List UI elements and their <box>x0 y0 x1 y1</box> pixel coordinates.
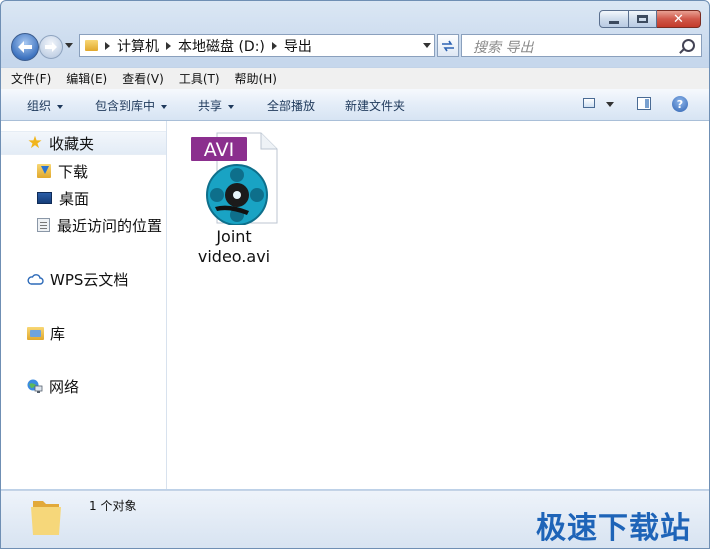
maximize-icon <box>637 15 648 23</box>
include-in-library-button[interactable]: 包含到库中 <box>95 97 168 114</box>
chevron-down-icon <box>228 104 235 109</box>
avi-file-icon: AVI <box>191 132 278 226</box>
sidebar-item-label: 库 <box>50 324 66 343</box>
refresh-icon <box>442 40 454 51</box>
sidebar-item-wps-cloud[interactable]: WPS云文档 <box>1 268 166 290</box>
maximize-button[interactable] <box>629 10 657 28</box>
close-button[interactable]: ✕ <box>657 10 701 28</box>
forward-button[interactable] <box>39 35 63 59</box>
menu-bar: 文件(F) 编辑(E) 查看(V) 工具(T) 帮助(H) <box>1 67 709 89</box>
watermark: 极速下载站 <box>536 511 691 546</box>
breadcrumb-local-disk[interactable]: 本地磁盘 (D:) <box>178 36 265 56</box>
recent-pages-dropdown[interactable] <box>65 43 73 48</box>
sidebar-item-recent-places[interactable]: 最近访问的位置 <box>37 214 162 236</box>
file-name-line: Joint <box>216 227 252 246</box>
back-arrow-icon <box>18 41 32 53</box>
menu-view[interactable]: 查看(V) <box>112 70 169 87</box>
breadcrumb-export[interactable]: 导出 <box>284 36 312 56</box>
file-name: Joint video.avi <box>189 227 279 267</box>
sidebar-item-label: 网络 <box>49 377 80 396</box>
sidebar-item-label: 下载 <box>58 162 89 181</box>
menu-file[interactable]: 文件(F) <box>1 70 56 87</box>
breadcrumb-arrow-icon[interactable] <box>271 41 277 50</box>
breadcrumb-arrow-icon[interactable] <box>105 41 110 50</box>
play-all-button[interactable]: 全部播放 <box>267 97 315 114</box>
search-placeholder: 搜索 导出 <box>473 40 534 56</box>
refresh-button[interactable] <box>437 34 459 57</box>
chevron-down-icon <box>57 104 64 109</box>
share-label: 共享 <box>198 99 223 113</box>
menu-edit[interactable]: 编辑(E) <box>56 70 112 87</box>
file-list[interactable]: AVI Joint video.avi <box>167 121 709 489</box>
minimize-button[interactable] <box>599 10 629 28</box>
item-count: 1 个对象 <box>89 499 137 513</box>
change-view-icon[interactable] <box>583 98 595 108</box>
search-icon[interactable] <box>682 39 695 52</box>
organize-label: 组织 <box>27 99 52 113</box>
folder-icon <box>31 501 61 535</box>
address-bar[interactable]: 计算机 本地磁盘 (D:) 导出 <box>79 34 435 57</box>
sidebar-item-favorites[interactable]: ★ 收藏夹 <box>1 131 166 155</box>
search-input[interactable]: 搜索 导出 <box>461 34 702 57</box>
sidebar-item-libraries[interactable]: 库 <box>1 322 166 344</box>
address-dropdown-icon[interactable] <box>423 43 431 48</box>
library-icon <box>27 326 44 340</box>
organize-button[interactable]: 组织 <box>27 97 64 114</box>
breadcrumb-arrow-icon[interactable] <box>166 41 171 50</box>
sidebar-item-desktop[interactable]: 桌面 <box>37 187 89 209</box>
network-icon <box>27 379 43 393</box>
star-icon: ★ <box>27 133 43 153</box>
sidebar-item-downloads[interactable]: 下载 <box>37 160 88 182</box>
menu-help[interactable]: 帮助(H) <box>225 70 282 87</box>
command-bar: 组织 包含到库中 共享 全部播放 新建文件夹 ? <box>1 89 709 121</box>
view-options-dropdown[interactable] <box>606 102 614 107</box>
sidebar-item-network[interactable]: 网络 <box>1 375 166 397</box>
forward-arrow-icon <box>45 42 57 52</box>
file-name-line: video.avi <box>197 247 271 266</box>
downloads-icon <box>37 164 51 178</box>
navigation-pane: ★ 收藏夹 下载 桌面 最近访问的位置 WPS云文档 库 网络 <box>1 121 167 489</box>
folder-icon <box>85 40 98 51</box>
status-bar: 1 个对象 极速下载站 <box>1 490 709 548</box>
file-item[interactable]: AVI Joint video.avi <box>189 131 279 266</box>
share-button[interactable]: 共享 <box>198 97 235 114</box>
desktop-icon <box>37 192 52 204</box>
close-icon: ✕ <box>673 11 684 27</box>
recent-places-icon <box>37 218 50 232</box>
back-button[interactable] <box>11 33 39 61</box>
explorer-window: ✕ 计算机 本地磁盘 (D:) 导出 搜索 导出 文件(F) 编辑(E) 查看(… <box>0 0 710 549</box>
cloud-icon <box>27 273 44 285</box>
navigation-bar: 计算机 本地磁盘 (D:) 导出 搜索 导出 <box>9 33 704 61</box>
caption-buttons: ✕ <box>599 10 701 28</box>
minimize-icon <box>609 20 619 24</box>
preview-pane-icon[interactable] <box>637 97 651 110</box>
breadcrumb-computer[interactable]: 计算机 <box>117 36 159 56</box>
include-library-label: 包含到库中 <box>95 99 156 113</box>
sidebar-item-label: 桌面 <box>59 189 90 208</box>
avi-badge-text: AVI <box>204 139 234 161</box>
sidebar-item-label: 最近访问的位置 <box>57 216 163 235</box>
menu-tools[interactable]: 工具(T) <box>169 70 225 87</box>
new-folder-button[interactable]: 新建文件夹 <box>345 97 405 114</box>
sidebar-item-label: 收藏夹 <box>49 134 95 153</box>
chevron-down-icon <box>161 104 168 109</box>
help-icon[interactable]: ? <box>672 96 688 112</box>
sidebar-item-label: WPS云文档 <box>50 270 129 289</box>
